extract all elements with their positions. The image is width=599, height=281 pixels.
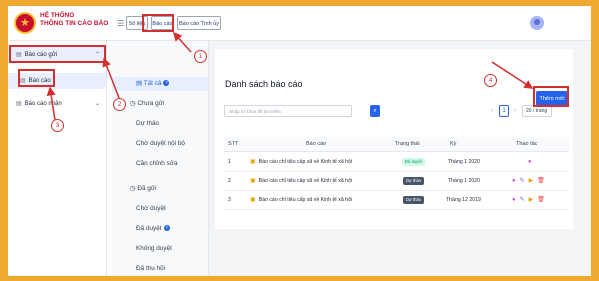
arrow-4: [491, 61, 534, 89]
step-marker-4: 4: [484, 74, 497, 87]
arrow-1: [172, 31, 192, 53]
annotation-arrows: [46, 31, 534, 121]
arrow-2: [102, 57, 120, 99]
step-marker-1: 1: [194, 50, 207, 63]
arrow-3: [46, 86, 56, 121]
app-window: ★ HỆ THỐNG THÔNG TIN CÁO BÁO ☰ Số liệu B…: [8, 6, 591, 276]
step-marker-2: 2: [113, 98, 126, 111]
step-marker-3: 3: [51, 119, 64, 132]
